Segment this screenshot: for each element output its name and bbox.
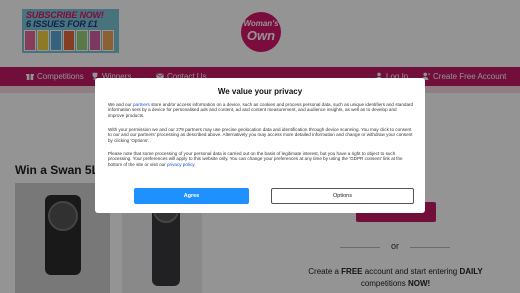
partners-link[interactable]: partners xyxy=(133,102,150,107)
dialog-title: We value your privacy xyxy=(217,87,303,96)
page: SUBSCRIBE NOW! 6 ISSUES FOR £1 Woman's O… xyxy=(0,0,520,293)
privacy-consent-dialog: We value your privacy We and our partner… xyxy=(95,78,425,213)
consent-text: We and our xyxy=(108,102,133,107)
consent-text: store and/or access information on a dev… xyxy=(108,102,414,118)
privacy-policy-link[interactable]: privacy policy xyxy=(167,162,194,167)
consent-text: . xyxy=(194,161,196,167)
options-button[interactable]: Options xyxy=(271,188,414,204)
consent-paragraph-2: With your permission we and our 279 part… xyxy=(108,127,413,143)
consent-paragraph-1: We and our partners store and/or access … xyxy=(108,102,414,118)
agree-button[interactable]: Agree xyxy=(134,188,249,204)
consent-text: Please note that some processing of your… xyxy=(108,151,403,167)
consent-paragraph-3: Please note that some processing of your… xyxy=(108,151,414,167)
